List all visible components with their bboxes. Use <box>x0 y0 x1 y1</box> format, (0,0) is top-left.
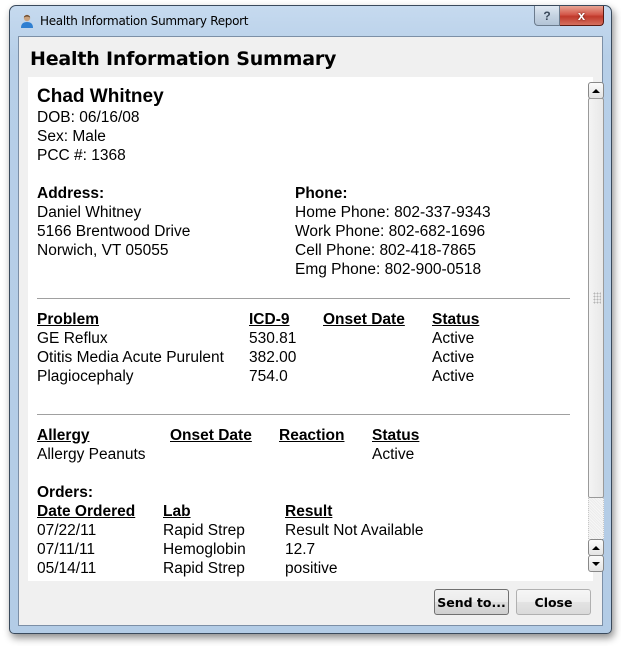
close-icon: x <box>577 8 586 23</box>
onset-cell <box>170 445 279 464</box>
result-cell: Result Not Available <box>285 522 424 539</box>
col-header-onset-date: Onset Date <box>170 427 252 444</box>
report-content[interactable]: Chad Whitney DOB: 06/16/08 Sex: Male PCC… <box>28 77 593 581</box>
phone-emergency: Emg Phone: 802-900-0518 <box>295 261 482 278</box>
col-header-problem: Problem <box>37 311 100 328</box>
address-block: Address: Daniel Whitney 5166 Brentwood D… <box>37 184 295 279</box>
scroll-up-button[interactable] <box>588 82 604 99</box>
patient-pcc: PCC #: 1368 <box>37 147 126 164</box>
patient-dob: DOB: 06/16/08 <box>37 109 140 126</box>
col-header-onset-date: Onset Date <box>323 311 405 328</box>
scroll-up-button-lower[interactable] <box>588 539 604 556</box>
icd9-cell: 382.00 <box>249 349 297 366</box>
address-label: Address: <box>37 185 105 202</box>
table-row: 05/14/11 Rapid Strep positive <box>37 559 423 578</box>
table-row: GE Reflux 530.81 Active <box>37 329 479 348</box>
phone-work: Work Phone: 802-682-1696 <box>295 223 486 240</box>
divider <box>37 414 570 415</box>
col-header-icd9: ICD-9 <box>249 311 290 328</box>
col-header-status: Status <box>432 311 480 328</box>
arrow-up-icon <box>592 88 600 93</box>
address-line: 5166 Brentwood Drive <box>37 223 191 240</box>
col-header-lab: Lab <box>163 503 191 520</box>
report-window: Health Information Summary Report ? x He… <box>9 5 612 634</box>
table-row: Otitis Media Acute Purulent 382.00 Activ… <box>37 348 479 367</box>
table-row: Allergy Peanuts Active <box>37 445 419 464</box>
col-header-allergy: Allergy <box>37 427 90 444</box>
date-cell: 07/11/11 <box>37 541 96 558</box>
arrow-up-icon <box>592 545 600 550</box>
problem-cell: GE Reflux <box>37 330 108 347</box>
scrollbar-track[interactable] <box>588 498 604 539</box>
phone-block: Phone: Home Phone: 802-337-9343 Work Pho… <box>295 184 565 279</box>
scrollbar-thumb[interactable] <box>588 98 604 498</box>
phone-cell: Cell Phone: 802-418-7865 <box>295 242 476 259</box>
orders-table: Date Ordered Lab Result 07/22/11 Rapid S… <box>37 502 423 578</box>
result-cell: 12.7 <box>285 541 316 558</box>
patient-sex: Sex: Male <box>37 128 106 145</box>
allergies-header-row: Allergy Onset Date Reaction Status <box>37 426 419 445</box>
onset-cell <box>323 329 432 348</box>
window-title: Health Information Summary Report <box>40 14 249 28</box>
onset-cell <box>323 348 432 367</box>
divider <box>37 298 570 299</box>
report-scroll-area: Chad Whitney DOB: 06/16/08 Sex: Male PCC… <box>28 77 570 578</box>
problems-table: Problem ICD-9 Onset Date Status GE Reflu… <box>37 310 479 386</box>
vertical-scrollbar[interactable] <box>588 82 605 572</box>
table-row: 07/11/11 Hemoglobin 12.7 <box>37 540 423 559</box>
dialog-body: Health Information Summary Chad Whitney … <box>18 36 605 626</box>
problems-header-row: Problem ICD-9 Onset Date Status <box>37 310 479 329</box>
phone-home: Home Phone: 802-337-9343 <box>295 204 491 221</box>
phone-label: Phone: <box>295 185 348 202</box>
window-close-button[interactable]: x <box>560 6 604 26</box>
title-buttons: ? x <box>534 6 604 27</box>
patient-name: Chad Whitney <box>37 86 164 107</box>
allergies-table: Allergy Onset Date Reaction Status Aller… <box>37 426 419 464</box>
help-button[interactable]: ? <box>534 6 560 26</box>
col-header-status: Status <box>372 427 420 444</box>
title-bar[interactable]: Health Information Summary Report ? x <box>10 6 611 36</box>
send-to-button[interactable]: Send to... <box>434 589 509 615</box>
table-row: 07/22/11 Rapid Strep Result Not Availabl… <box>37 521 423 540</box>
onset-cell <box>323 367 432 386</box>
help-icon: ? <box>543 8 551 23</box>
address-line: Daniel Whitney <box>37 204 142 221</box>
result-cell: positive <box>285 560 338 577</box>
close-button[interactable]: Close <box>516 589 591 615</box>
reaction-cell <box>279 445 372 464</box>
lab-cell: Hemoglobin <box>163 541 246 558</box>
date-cell: 07/22/11 <box>37 522 97 539</box>
allergy-cell: Allergy Peanuts <box>37 446 146 463</box>
orders-label: Orders: <box>37 484 93 501</box>
problem-cell: Otitis Media Acute Purulent <box>37 349 224 366</box>
orders-header-row: Date Ordered Lab Result <box>37 502 423 521</box>
address-line: Norwich, VT 05055 <box>37 242 169 259</box>
problem-cell: Plagiocephaly <box>37 368 134 385</box>
col-header-date-ordered: Date Ordered <box>37 503 136 520</box>
grip-icon <box>593 292 601 304</box>
table-row: Plagiocephaly 754.0 Active <box>37 367 479 386</box>
status-cell: Active <box>432 349 475 366</box>
date-cell: 05/14/11 <box>37 560 97 577</box>
contact-section: Address: Daniel Whitney 5166 Brentwood D… <box>37 184 568 279</box>
status-cell: Active <box>372 446 415 463</box>
page-title: Health Information Summary <box>30 48 337 70</box>
arrow-down-icon <box>592 561 600 566</box>
user-icon <box>21 14 33 28</box>
icd9-cell: 754.0 <box>249 368 288 385</box>
lab-cell: Rapid Strep <box>163 522 245 539</box>
status-cell: Active <box>432 330 475 347</box>
icd9-cell: 530.81 <box>249 330 297 347</box>
status-cell: Active <box>432 368 475 385</box>
lab-cell: Rapid Strep <box>163 560 245 577</box>
col-header-reaction: Reaction <box>279 427 345 444</box>
scroll-down-button[interactable] <box>588 555 604 572</box>
col-header-result: Result <box>285 503 333 520</box>
